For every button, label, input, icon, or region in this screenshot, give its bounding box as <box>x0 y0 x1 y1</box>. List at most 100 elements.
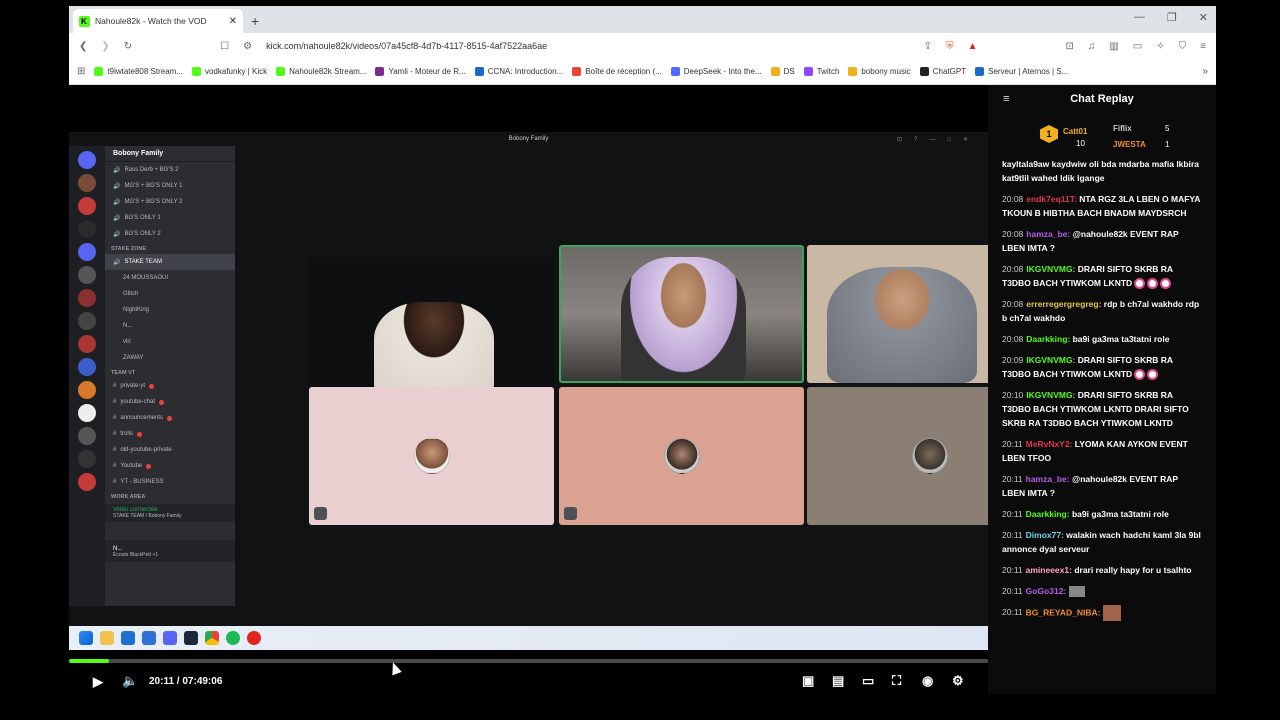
voice-channel[interactable]: 🔊 BG'S ONLY 2 <box>105 226 235 242</box>
participant-tile[interactable] <box>309 257 554 394</box>
voice-member[interactable]: vlri <box>105 334 235 350</box>
server-name[interactable]: Bobony Family <box>105 146 235 162</box>
brave-rewards-icon[interactable]: ▲ <box>968 41 978 52</box>
taskbar-app-icon[interactable] <box>121 631 135 645</box>
server-icon[interactable] <box>78 427 96 445</box>
bookmark-item[interactable]: bobony music <box>848 67 911 76</box>
bookmark-item[interactable]: t9iwtate808 Stream... <box>94 67 183 76</box>
text-channel[interactable]: # youtube-chat <box>105 394 235 410</box>
minimize-icon[interactable]: — <box>1134 11 1145 24</box>
reload-icon[interactable]: ↻ <box>124 41 132 52</box>
server-icon[interactable] <box>78 266 96 284</box>
bookmark-item[interactable]: Twitch <box>803 67 839 76</box>
leo-icon[interactable]: ✧ <box>1156 41 1164 52</box>
more-bookmarks-icon[interactable]: » <box>1202 66 1208 77</box>
wallet-icon[interactable]: ▭ <box>1133 41 1142 52</box>
taskbar-app-icon[interactable] <box>142 631 156 645</box>
taskbar-app-icon[interactable] <box>184 631 198 645</box>
url-field[interactable]: kick.com/nahoule82k/videos/07a45cf8-4d7b… <box>266 41 910 51</box>
spotify-icon[interactable] <box>226 631 240 645</box>
participant-tile-speaking[interactable] <box>559 245 804 383</box>
server-icon[interactable] <box>78 197 96 215</box>
settings-gear-icon[interactable]: ⚙ <box>952 673 964 689</box>
voice-member[interactable]: ZAWAY <box>105 350 235 366</box>
active-voice-channel[interactable]: 🔊 STAKE TEAM <box>105 254 235 270</box>
bookmark-item[interactable]: Boîte de réception (... <box>572 67 662 76</box>
participant-tile[interactable] <box>559 387 804 525</box>
leader-name[interactable]: Catt01 <box>1063 127 1087 136</box>
windows-start-icon[interactable] <box>79 631 93 645</box>
screenshot-icon[interactable]: ⊡ <box>1065 41 1073 52</box>
server-icon[interactable] <box>78 381 96 399</box>
video-progress-bar[interactable] <box>69 659 988 663</box>
server-icon[interactable] <box>78 289 96 307</box>
category-work[interactable]: WORK AREA <box>105 490 235 502</box>
apps-grid-icon[interactable]: ⊞ <box>77 66 85 77</box>
vpn-icon[interactable]: ⛉ <box>1179 41 1187 52</box>
browser-tab[interactable]: Nahoule82k - Watch the VOD ✕ <box>73 9 243 33</box>
bookmark-icon[interactable]: ☐ <box>220 41 229 52</box>
miniplayer-icon[interactable]: ▣ <box>802 673 814 689</box>
taskbar-app-icon[interactable] <box>163 631 177 645</box>
file-explorer-icon[interactable] <box>100 631 114 645</box>
collapse-chat-icon[interactable]: ≡ <box>1003 93 1009 105</box>
sidebar-icon[interactable]: ▥ <box>1109 41 1118 52</box>
menu-icon[interactable]: ≡ <box>1200 41 1206 52</box>
voice-channel[interactable]: 🔊 MG'S + BG'S ONLY 2 <box>105 194 235 210</box>
screen-share-icon[interactable] <box>314 507 327 520</box>
speed-icon[interactable]: ◉ <box>922 673 933 689</box>
maximize-icon[interactable]: ❐ <box>1167 11 1177 24</box>
bookmark-item[interactable]: Yamli - Moteur de R... <box>375 67 466 76</box>
screen-share-icon[interactable] <box>564 507 577 520</box>
text-channel[interactable]: # trolls <box>105 426 235 442</box>
theater-mode-icon[interactable]: ▭ <box>862 673 874 689</box>
video-player[interactable]: Bobony Family ⊡?—□✕ Bobony Family 🔊 Rass… <box>69 85 1053 694</box>
voice-member[interactable]: 24 MOUSSAOUI <box>105 270 235 286</box>
leader-name[interactable]: Fiflix <box>1113 124 1132 133</box>
server-icon[interactable] <box>78 243 96 261</box>
voice-member[interactable]: NightKing <box>105 302 235 318</box>
chrome-icon[interactable] <box>205 631 219 645</box>
server-icon[interactable] <box>78 404 96 422</box>
voice-channel[interactable]: 🔊 BG'S ONLY 1 <box>105 210 235 226</box>
share-icon[interactable]: ⇪ <box>924 41 932 52</box>
text-channel[interactable]: # old-youtube-private <box>105 442 235 458</box>
category-stake[interactable]: STAKE ZONE <box>105 242 235 254</box>
clip-icon[interactable]: ▤ <box>832 673 844 689</box>
server-icon[interactable] <box>78 151 96 169</box>
bookmark-item[interactable]: CCNA: Introduction... <box>474 67 563 76</box>
voice-member[interactable]: N... <box>105 318 235 334</box>
fullscreen-icon[interactable]: ⛶ <box>892 673 901 689</box>
bookmark-item[interactable]: Nahoule82k Stream... <box>276 67 366 76</box>
close-tab-icon[interactable]: ✕ <box>229 16 237 27</box>
participant-tile[interactable] <box>309 387 554 525</box>
server-icon[interactable] <box>78 358 96 376</box>
text-channel[interactable]: # announcements <box>105 410 235 426</box>
volume-icon[interactable]: 🔈 <box>122 673 138 689</box>
server-icon[interactable] <box>78 473 96 491</box>
taskbar-app-icon[interactable] <box>247 631 261 645</box>
text-channel[interactable]: # YT - BUSINESS <box>105 474 235 490</box>
server-icon[interactable] <box>78 174 96 192</box>
text-channel[interactable]: # Youtube <box>105 458 235 474</box>
server-icon[interactable] <box>78 312 96 330</box>
voice-channel[interactable]: 🔊 MG'S + BG'S ONLY 1 <box>105 178 235 194</box>
server-icon[interactable] <box>78 450 96 468</box>
play-icon[interactable]: ▶ <box>93 674 103 690</box>
bookmark-item[interactable]: ChatGPT <box>919 67 966 76</box>
site-settings-icon[interactable]: ⚙ <box>243 41 252 52</box>
forward-icon[interactable]: ❯ <box>101 41 109 52</box>
text-channel[interactable]: # private-yt <box>105 378 235 394</box>
back-icon[interactable]: ❮ <box>79 41 87 52</box>
bookmark-item[interactable]: DeepSeek - Into the... <box>670 67 762 76</box>
server-icon[interactable] <box>78 220 96 238</box>
close-window-icon[interactable]: ✕ <box>1199 11 1208 24</box>
bookmark-item[interactable]: Serveur | Aternos | S... <box>975 67 1068 76</box>
leader-name[interactable]: JWESTA <box>1113 140 1146 149</box>
voice-channel[interactable]: 🔊 Rass Derb + BG'S 2 <box>105 162 235 178</box>
brave-shield-icon[interactable]: ⛨ <box>946 41 954 52</box>
server-icon[interactable] <box>78 335 96 353</box>
new-tab-button[interactable]: + <box>251 9 259 33</box>
bookmark-item[interactable]: DS <box>770 67 795 76</box>
voice-member[interactable]: Glitch <box>105 286 235 302</box>
